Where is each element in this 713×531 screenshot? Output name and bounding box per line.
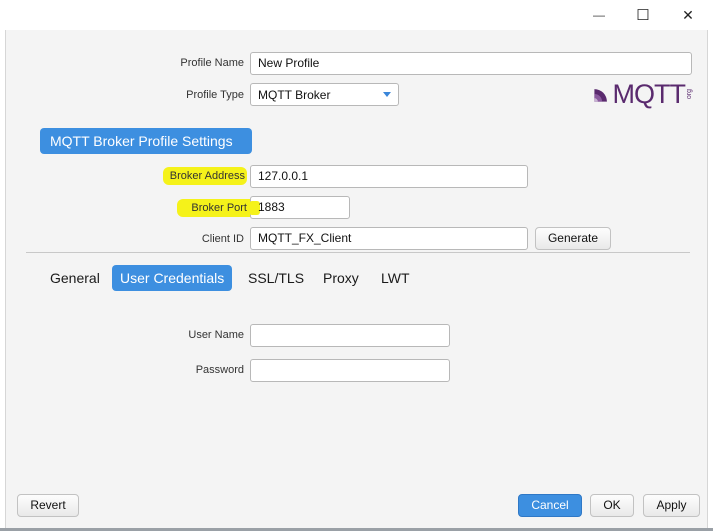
apply-button[interactable]: Apply bbox=[643, 494, 700, 517]
maximize-button[interactable]: ☐ bbox=[621, 0, 665, 30]
close-button[interactable]: ✕ bbox=[666, 0, 710, 30]
username-input[interactable] bbox=[250, 324, 450, 347]
chevron-down-icon bbox=[383, 92, 391, 97]
mqtt-waves-icon bbox=[594, 89, 607, 102]
username-label: User Name bbox=[188, 329, 244, 341]
generate-button[interactable]: Generate bbox=[535, 227, 611, 250]
profile-type-select[interactable]: MQTT Broker bbox=[250, 83, 399, 106]
broker-port-label: Broker Port bbox=[177, 199, 259, 217]
password-label: Password bbox=[195, 364, 244, 376]
profile-name-input[interactable]: New Profile bbox=[250, 52, 692, 75]
broker-address-input[interactable]: 127.0.0.1 bbox=[250, 165, 528, 188]
ok-button[interactable]: OK bbox=[590, 494, 634, 517]
maximize-icon: ☐ bbox=[636, 7, 650, 24]
section-divider bbox=[26, 252, 690, 253]
broker-port-value: 1883 bbox=[258, 200, 285, 214]
client-id-input[interactable]: MQTT_FX_Client bbox=[250, 227, 528, 250]
profile-type-label: Profile Type bbox=[186, 89, 244, 101]
client-id-label: Client ID bbox=[201, 233, 244, 245]
profile-type-value: MQTT Broker bbox=[258, 87, 331, 102]
tab-proxy[interactable]: Proxy bbox=[315, 265, 367, 291]
minimize-icon: — bbox=[593, 8, 605, 22]
revert-button[interactable]: Revert bbox=[17, 494, 79, 517]
broker-address-label: Broker Address bbox=[163, 167, 247, 185]
tab-ssl-tls[interactable]: SSL/TLS bbox=[240, 265, 312, 291]
mqtt-logo-text: MQTT bbox=[612, 79, 686, 109]
mqtt-logo: MQTT org bbox=[593, 80, 693, 108]
profile-name-label: Profile Name bbox=[180, 57, 244, 69]
broker-port-input[interactable]: 1883 bbox=[250, 196, 350, 219]
password-input[interactable] bbox=[250, 359, 450, 382]
cancel-button[interactable]: Cancel bbox=[518, 494, 582, 517]
mqtt-logo-org: org bbox=[686, 88, 693, 100]
tab-lwt[interactable]: LWT bbox=[373, 265, 418, 291]
window-right-edge bbox=[707, 30, 713, 528]
tab-user-credentials[interactable]: User Credentials bbox=[112, 265, 233, 291]
minimize-button[interactable]: — bbox=[577, 0, 621, 30]
close-icon: ✕ bbox=[682, 6, 694, 23]
tab-general[interactable]: General bbox=[42, 265, 108, 291]
section-title-badge: MQTT Broker Profile Settings bbox=[40, 128, 252, 154]
